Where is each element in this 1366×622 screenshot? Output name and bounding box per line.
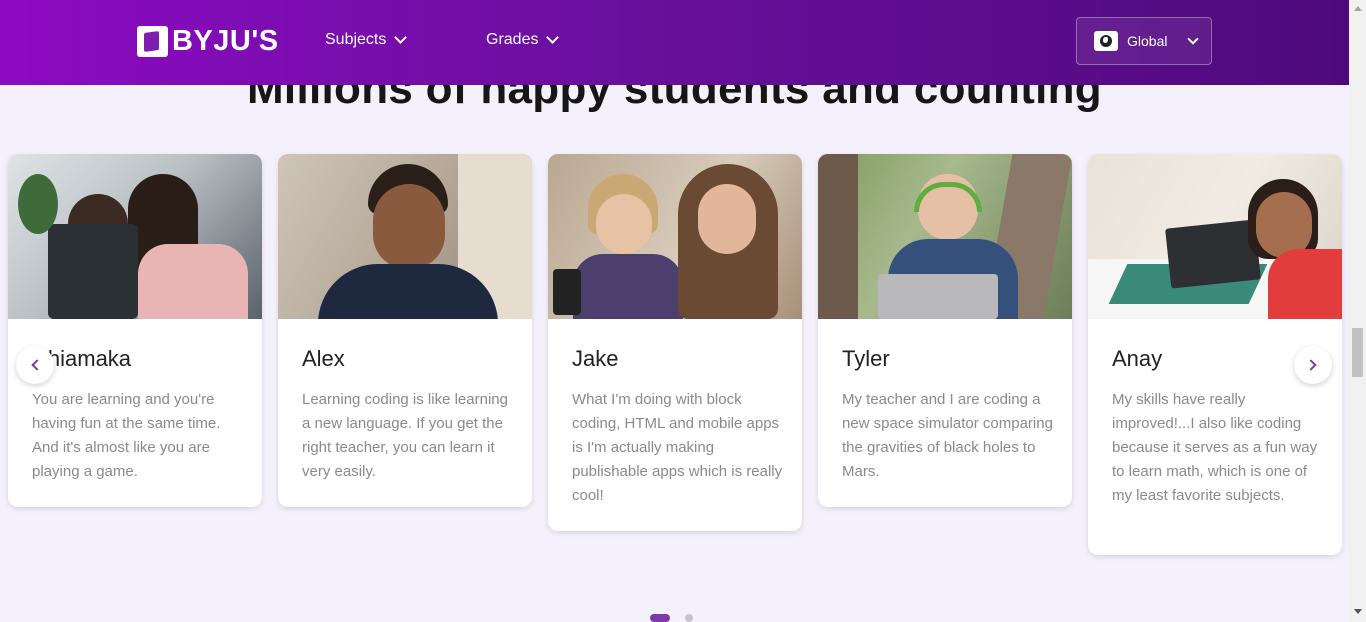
nav-grades-label: Grades xyxy=(486,31,539,48)
scrollbar-thumb[interactable] xyxy=(1352,328,1363,377)
testimonial-card: Alex Learning coding is like learning a … xyxy=(278,154,532,507)
student-name: Jake xyxy=(572,346,619,371)
student-quote: You are learning and you're having fun a… xyxy=(32,391,221,480)
student-name: Tyler xyxy=(842,346,890,371)
testimonial-card: Jake What I'm doing with block coding, H… xyxy=(548,154,802,531)
student-name: Anay xyxy=(1112,346,1163,371)
scroll-up-arrow-icon[interactable] xyxy=(1354,6,1362,11)
region-selector[interactable]: Global xyxy=(1076,17,1212,65)
student-photo xyxy=(278,154,532,319)
student-photo xyxy=(1088,154,1342,319)
logo-mark-icon xyxy=(137,25,168,57)
student-quote: My skills have really improved!...I also… xyxy=(1112,391,1318,504)
carousel-dot-active[interactable] xyxy=(650,614,670,622)
region-label: Global xyxy=(1127,33,1168,49)
chevron-down-icon xyxy=(394,31,408,44)
student-name: Alex xyxy=(302,346,345,371)
chevron-right-icon xyxy=(1305,359,1317,371)
globe-icon xyxy=(1094,31,1118,51)
logo-text: BYJU'S xyxy=(172,24,279,57)
scroll-down-arrow-icon[interactable] xyxy=(1354,609,1362,614)
nav-grades[interactable]: Grades xyxy=(486,31,560,49)
byjus-logo[interactable]: BYJU'S xyxy=(137,25,279,57)
student-quote: My teacher and I are coding a new space … xyxy=(842,391,1053,480)
chevron-down-icon xyxy=(546,31,560,44)
nav-subjects-label: Subjects xyxy=(325,31,387,48)
student-photo xyxy=(818,154,1072,319)
student-photo xyxy=(8,154,262,319)
carousel-prev-button[interactable] xyxy=(16,346,54,384)
vertical-scrollbar[interactable] xyxy=(1349,0,1366,622)
carousel-dot[interactable] xyxy=(685,614,693,622)
chevron-left-icon xyxy=(31,359,43,371)
student-photo xyxy=(548,154,802,319)
site-header: BYJU'S Subjects Grades Global xyxy=(0,0,1349,85)
testimonial-card: Tyler My teacher and I are coding a new … xyxy=(818,154,1072,507)
chevron-down-icon xyxy=(1187,32,1200,45)
carousel-next-button[interactable] xyxy=(1294,346,1332,384)
nav-subjects[interactable]: Subjects xyxy=(325,31,408,49)
student-quote: Learning coding is like learning a new l… xyxy=(302,391,508,480)
student-quote: What I'm doing with block coding, HTML a… xyxy=(572,391,783,504)
testimonial-card: Chiamaka You are learning and you're hav… xyxy=(8,154,262,507)
